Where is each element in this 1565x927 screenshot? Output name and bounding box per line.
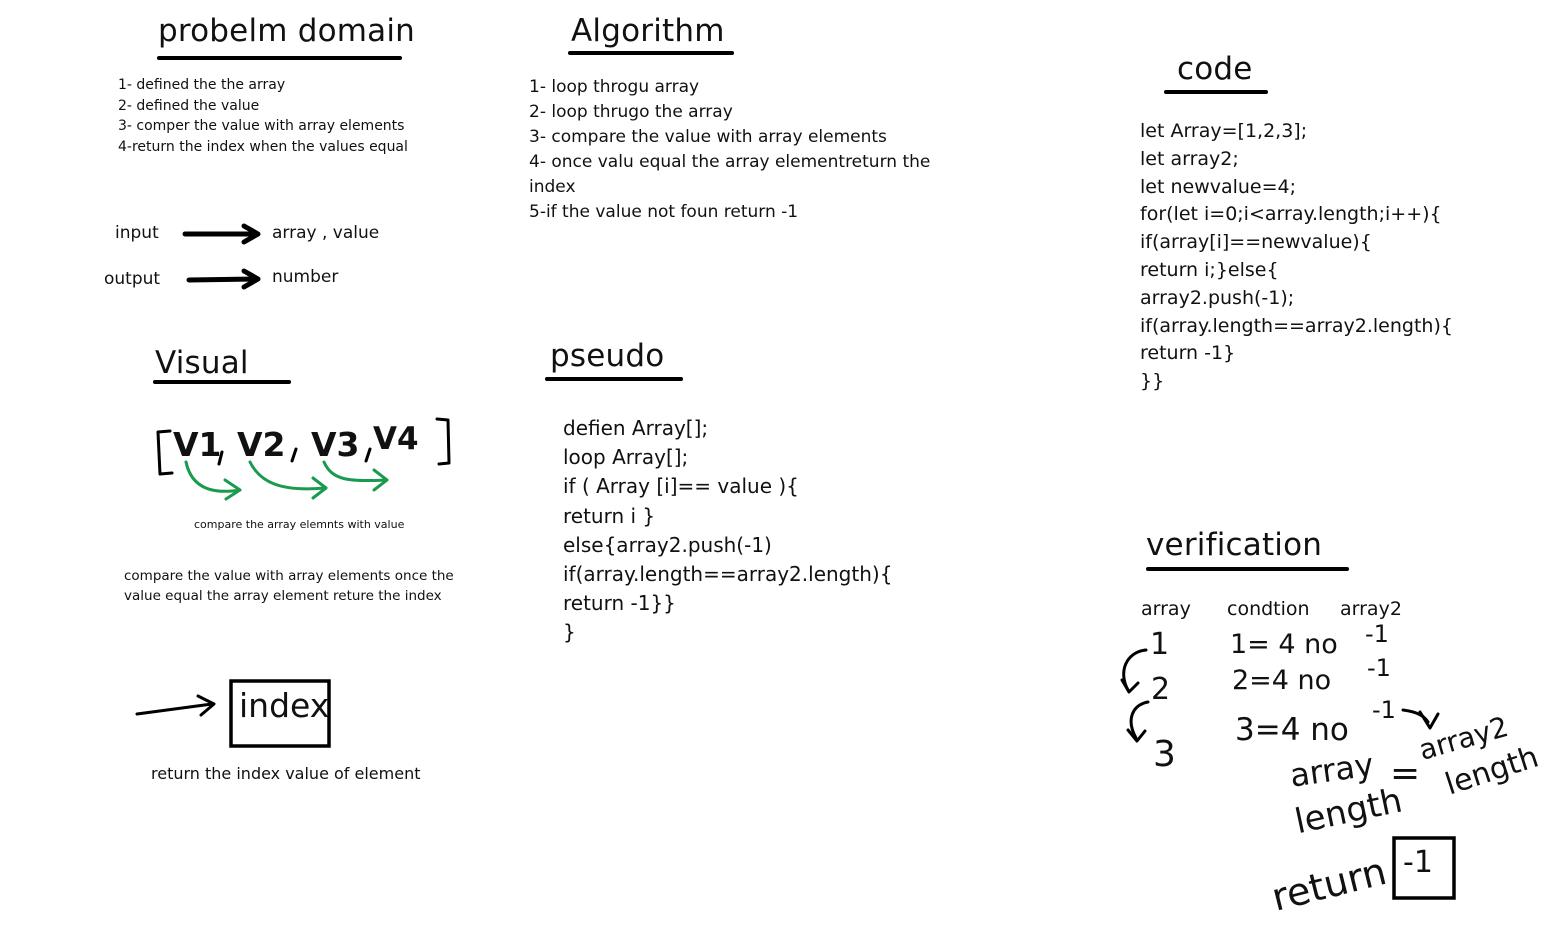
pseudo-line: return i } bbox=[563, 503, 656, 528]
code-listing: let Array=[1,2,3]; let array2; let newva… bbox=[1140, 118, 1453, 396]
row-array-value: 2 bbox=[1151, 672, 1171, 707]
array-element: V1 bbox=[173, 425, 222, 464]
verification-title: verification bbox=[1146, 527, 1323, 563]
visual-underline bbox=[153, 380, 291, 384]
row-array-value: 3 bbox=[1153, 734, 1176, 775]
index-arrow-icon bbox=[135, 694, 216, 717]
row-array2-value: -1 bbox=[1365, 620, 1389, 648]
code-line: if(array.length==array2.length){ bbox=[1140, 314, 1453, 337]
code-line: }} bbox=[1140, 370, 1165, 393]
pseudo-line: if(array.length==array2.length){ bbox=[563, 562, 893, 587]
code-line: let array2; bbox=[1140, 147, 1239, 170]
pseudo-line: else{array2.push(-1) bbox=[563, 532, 772, 557]
problem-domain-item: 3- comper the value with array elements bbox=[118, 118, 405, 134]
equation-equals: = bbox=[1390, 753, 1421, 794]
algorithm-list: 1- loop throgu array 2- loop thrugo the … bbox=[529, 75, 930, 225]
input-value: array , value bbox=[272, 223, 380, 243]
index-caption: return the index value of element bbox=[151, 764, 421, 783]
col-header-array2: array2 bbox=[1340, 598, 1402, 620]
pseudo-line: return -1}} bbox=[563, 591, 676, 616]
algorithm-item: 2- loop thrugo the array bbox=[529, 102, 733, 122]
problem-domain-list: 1- defined the the array 2- defined the … bbox=[118, 75, 408, 157]
input-label: input bbox=[115, 223, 159, 243]
output-label: output bbox=[104, 269, 161, 289]
problem-domain-item: 1- defined the the array bbox=[118, 77, 286, 93]
array-element: V2 bbox=[237, 425, 286, 464]
array-element: V4 bbox=[373, 421, 419, 457]
code-line: if(array[i]==newvalue){ bbox=[1140, 231, 1372, 254]
col-header-condition: condtion bbox=[1227, 598, 1310, 620]
algorithm-item: 5-if the value not foun return -1 bbox=[529, 202, 799, 222]
output-arrow-icon bbox=[186, 268, 261, 290]
code-line: return i;}else{ bbox=[1140, 258, 1279, 281]
col-header-array: array bbox=[1141, 598, 1191, 620]
code-line: let Array=[1,2,3]; bbox=[1140, 120, 1308, 142]
code-line: return -1} bbox=[1140, 342, 1236, 365]
compare-arrows-icon bbox=[184, 460, 389, 501]
pseudo-listing: defien Array[]; loop Array[]; if ( Array… bbox=[563, 414, 892, 648]
row-condition: 2=4 no bbox=[1232, 665, 1332, 696]
algorithm-item: index bbox=[529, 177, 576, 197]
row-condition: 3=4 no bbox=[1235, 712, 1349, 748]
algorithm-item: 1- loop throgu array bbox=[529, 77, 700, 97]
pseudo-line: defien Array[]; bbox=[563, 416, 709, 440]
pseudo-line: loop Array[]; bbox=[563, 445, 689, 470]
algorithm-underline bbox=[568, 51, 734, 55]
index-box-label: index bbox=[239, 686, 330, 725]
pseudo-underline bbox=[545, 377, 683, 381]
problem-domain-title: probelm domain bbox=[158, 13, 416, 49]
verification-underline bbox=[1146, 567, 1349, 571]
algorithm-item: 3- compare the value with array elements bbox=[529, 127, 887, 147]
algorithm-title: Algorithm bbox=[571, 13, 725, 49]
equation-left-word1: array bbox=[1287, 745, 1376, 795]
code-line: array2.push(-1); bbox=[1140, 286, 1295, 309]
algorithm-item: 4- once valu equal the array elementretu… bbox=[529, 152, 931, 172]
problem-domain-item: 4-return the index when the values equal bbox=[118, 138, 408, 155]
visual-description-line: compare the value with array elements on… bbox=[124, 568, 454, 584]
row-condition: 1= 4 no bbox=[1230, 629, 1338, 660]
pseudo-line: if ( Array [i]== value ){ bbox=[563, 474, 799, 499]
input-arrow-icon bbox=[182, 223, 261, 245]
pseudo-title: pseudo bbox=[550, 338, 665, 374]
visual-title: Visual bbox=[155, 345, 249, 381]
output-value: number bbox=[272, 267, 339, 287]
visual-description: compare the value with array elements on… bbox=[124, 567, 454, 606]
problem-domain-underline bbox=[157, 56, 402, 60]
code-line: for(let i=0;i<array.length;i++){ bbox=[1140, 203, 1442, 226]
visual-description-line: value equal the array element reture the… bbox=[124, 587, 442, 604]
code-title: code bbox=[1177, 51, 1253, 87]
array-compare-caption: compare the array elemnts with value bbox=[194, 518, 405, 531]
array-element: V3 bbox=[311, 425, 360, 464]
pseudo-line: } bbox=[563, 620, 576, 645]
code-line: let newvalue=4; bbox=[1140, 175, 1297, 198]
problem-domain-item: 2- defined the value bbox=[118, 97, 260, 114]
code-underline bbox=[1164, 90, 1268, 94]
row-array2-value: -1 bbox=[1372, 696, 1396, 724]
return-value: -1 bbox=[1403, 845, 1433, 880]
row-array2-value: -1 bbox=[1367, 654, 1391, 682]
row-array-value: 1 bbox=[1150, 627, 1170, 662]
return-label: return bbox=[1267, 848, 1391, 920]
